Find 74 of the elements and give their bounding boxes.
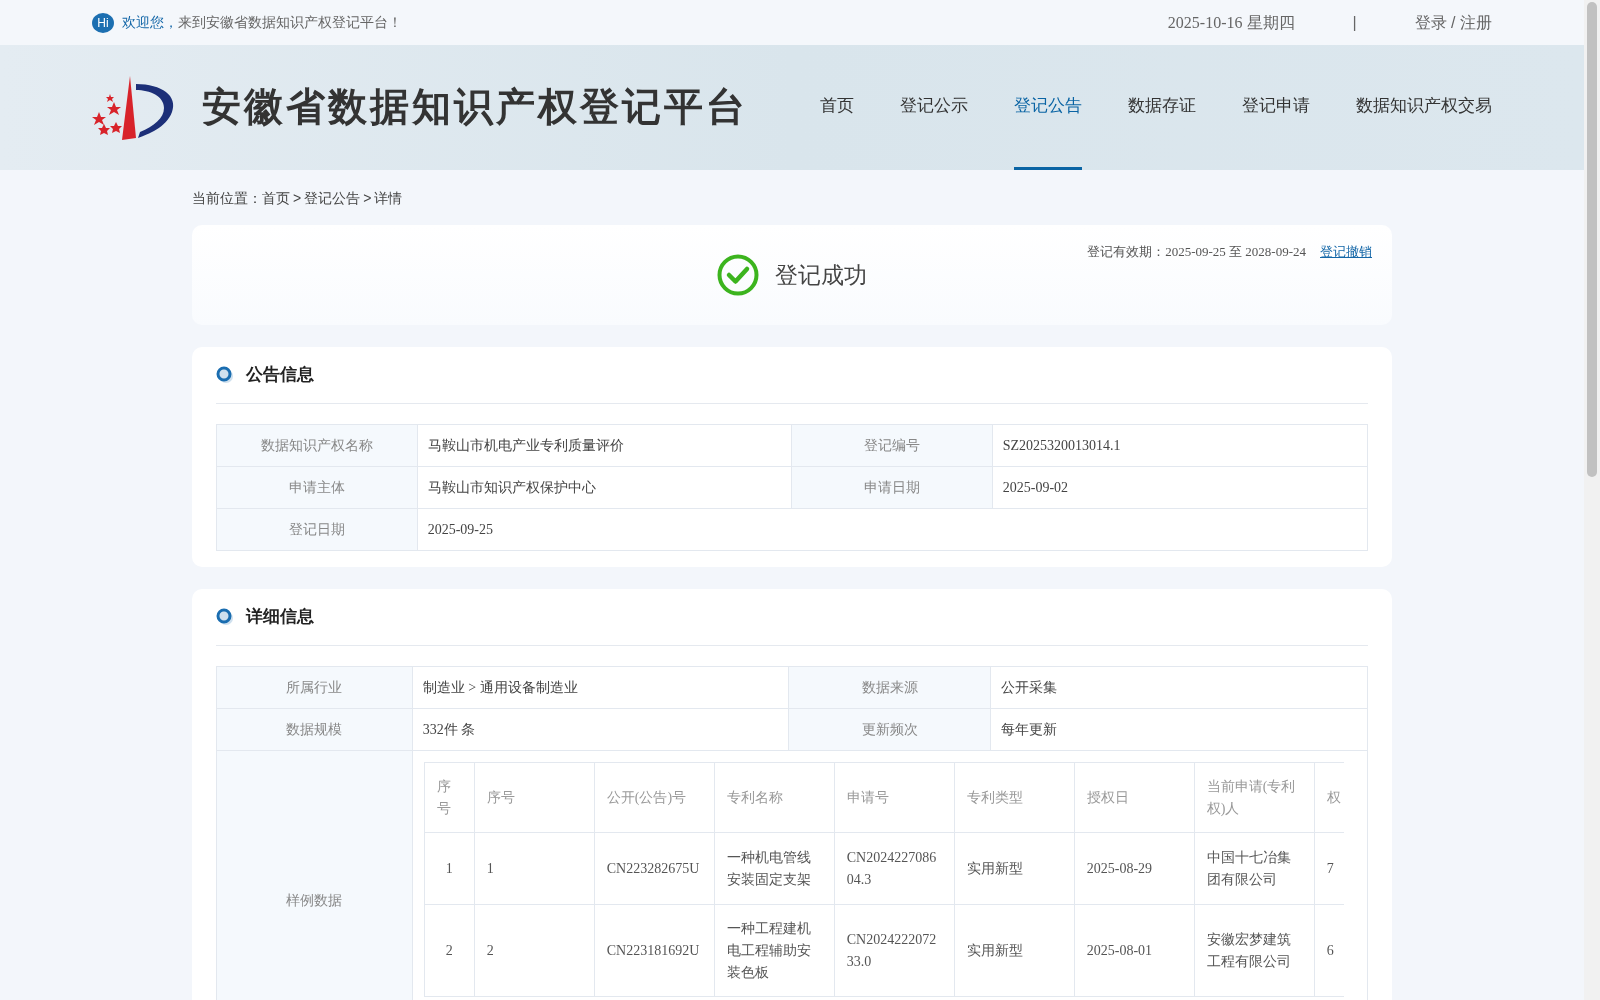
breadcrumb-label: 当前位置： [192,189,262,208]
date-text: 2025-10-16 星期四 [1167,12,1295,33]
section-bullet-icon [216,608,234,626]
column-header: 公开(公告)号 [594,762,715,833]
breadcrumb-current: 详情 [374,189,403,208]
section-bullet-icon [216,366,234,384]
breadcrumb-link[interactable]: 登记公告 [304,188,361,209]
field-value: 332件 条 [412,708,789,751]
nav-tab[interactable]: 数据存证 [1128,45,1196,170]
table-cell: 2025-08-29 [1074,832,1195,905]
breadcrumb-separator: > [293,189,302,208]
table-cell: 1 [424,832,475,905]
breadcrumb-separator: > [363,189,372,208]
breadcrumb-link[interactable]: 首页 [262,188,290,209]
field-value: 2025-09-02 [992,466,1368,509]
field-label: 数据来源 [788,666,991,709]
field-value: 马鞍山市知识产权保护中心 [417,466,792,509]
table-cell: 安徽宏梦建筑工程有限公司 [1194,904,1315,997]
table-cell: CN202422207233.0 [834,904,955,997]
validity-dates: 2025-09-25 至 2028-09-24 [1165,243,1306,261]
table-cell: 1 [474,832,595,905]
column-header: 申请号 [834,762,955,833]
table-cell: 中国十七冶集团有限公司 [1194,832,1315,905]
section-title: 详细信息 [246,606,314,629]
table-cell: CN202422708604.3 [834,832,955,905]
site-title: 安徽省数据知识产权登记平台 [202,84,748,131]
nav-tab[interactable]: 登记公告 [1014,45,1082,170]
column-header: 权 [1314,762,1344,833]
table-cell: 一种工程建机电工程辅助安装色板 [714,904,835,997]
section-title: 公告信息 [246,364,314,387]
field-label: 申请主体 [216,466,418,509]
hi-badge: Hi [92,12,114,33]
table-cell: CN223181692U [594,904,715,997]
separator: | [1352,12,1357,33]
column-header: 序号 [474,762,595,833]
table-cell: 2025-08-01 [1074,904,1195,997]
field-label: 所属行业 [216,666,413,709]
table-cell: 2 [474,904,595,997]
field-value: 制造业 > 通用设备制造业 [412,666,789,709]
field-value: 2025-09-25 [417,508,1368,551]
table-cell: 一种机电管线安装固定支架 [714,832,835,905]
nav-tab[interactable]: 登记申请 [1242,45,1310,170]
field-label: 数据规模 [216,708,413,751]
nav-tab[interactable]: 数据知识产权交易 [1356,45,1492,170]
field-label: 样例数据 [216,750,413,1000]
field-label: 数据知识产权名称 [216,424,418,467]
column-header: 序号 [424,762,475,833]
nav-tab[interactable]: 登记公示 [900,45,968,170]
field-value: 每年更新 [990,708,1368,751]
column-header: 当前申请(专利权)人 [1194,762,1315,833]
field-value: SZ2025320013014.1 [992,424,1368,467]
scrollbar-thumb[interactable] [1587,2,1597,477]
status-title: 登记成功 [775,260,867,290]
column-header: 专利名称 [714,762,835,833]
welcome-highlight: 欢迎您， [122,13,178,32]
check-circle-icon [717,254,759,296]
scrollbar[interactable] [1584,0,1600,1000]
field-label: 申请日期 [791,466,993,509]
table-cell: 实用新型 [954,904,1075,997]
validity-label: 登记有效期： [1087,243,1166,261]
nav-tab[interactable]: 首页 [820,45,854,170]
login-register-link[interactable]: 登录 / 注册 [1414,10,1492,35]
field-label: 登记编号 [791,424,993,467]
table-cell: 2 [424,904,475,997]
table-cell: CN223282675U [594,832,715,905]
field-value: 马鞍山市机电产业专利质量评价 [417,424,792,467]
field-value: 公开采集 [990,666,1368,709]
field-label: 更新频次 [788,708,991,751]
column-header: 专利类型 [954,762,1075,833]
field-label: 登记日期 [216,508,418,551]
welcome-text: 来到安徽省数据知识产权登记平台！ [178,13,402,32]
table-cell: 实用新型 [954,832,1075,905]
revoke-link[interactable]: 登记撤销 [1320,242,1372,262]
column-header: 授权日 [1074,762,1195,833]
